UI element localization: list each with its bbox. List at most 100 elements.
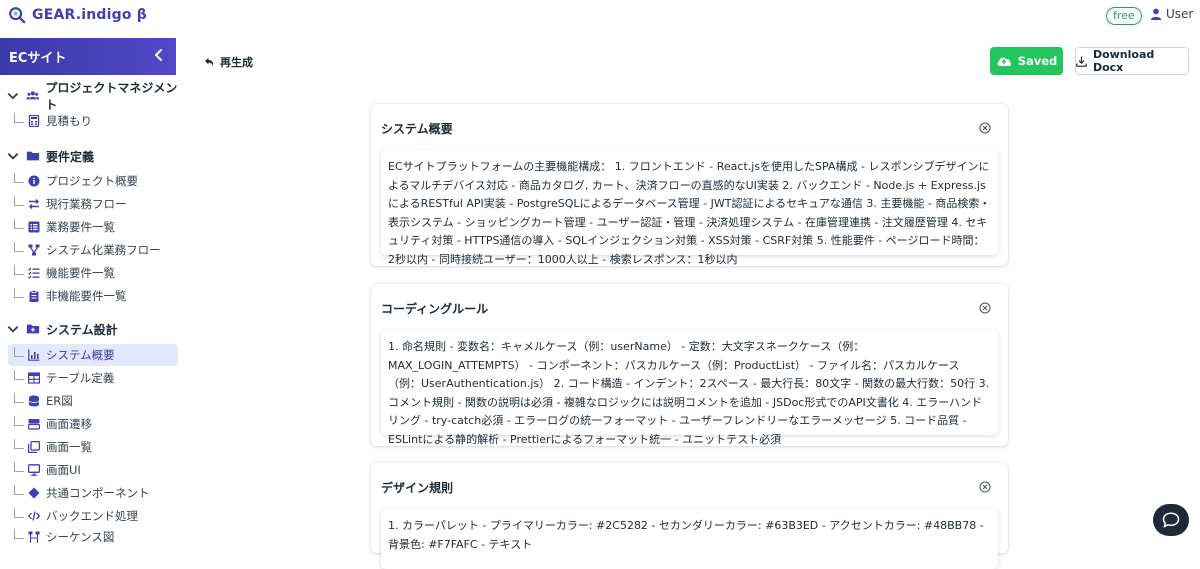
close-circle-icon[interactable] xyxy=(979,122,991,134)
sidebar-item-common-components[interactable]: 共通コンポーネント xyxy=(8,482,178,504)
sidebar-item-screen-transition[interactable]: 画面遷移 xyxy=(8,413,178,435)
sidebar-item-label: 共通コンポーネント xyxy=(46,486,150,500)
sidebar-item-label: システム概要 xyxy=(46,348,115,362)
sidebar: ECサイト プロジェクトマネジメント 見積もり 要件定義 プロジェクト概要 現行… xyxy=(0,38,186,544)
card-system-overview: システム概要 ECサイトプラットフォームの主要機能構成： 1. フロントエンド … xyxy=(371,104,1008,266)
saved-label: Saved xyxy=(1017,54,1058,68)
calculator-icon xyxy=(28,115,40,127)
flow-icon xyxy=(28,244,40,256)
folder-icon xyxy=(26,151,40,161)
section-label: プロジェクトマネジメント xyxy=(45,81,178,112)
download-docx-button[interactable]: Download Docx xyxy=(1075,47,1189,75)
code-icon xyxy=(28,511,40,521)
tree-connector xyxy=(14,485,24,495)
sidebar-item-label: 非機能要件一覧 xyxy=(46,289,127,303)
cloud-upload-icon xyxy=(997,57,1011,66)
download-label: Download Docx xyxy=(1092,48,1155,74)
tree-connector xyxy=(14,529,24,539)
chevron-down-icon xyxy=(7,153,19,160)
info-icon xyxy=(28,175,40,187)
regenerate-button[interactable]: 再生成 xyxy=(204,54,253,70)
sidebar-item-screen-list[interactable]: 画面一覧 xyxy=(8,436,178,458)
sidebar-item-screen-ui[interactable]: 画面UI xyxy=(8,459,178,481)
project-selector[interactable]: ECサイト xyxy=(0,38,176,75)
sidebar-item-label: 画面遷移 xyxy=(46,417,92,431)
user-icon xyxy=(1150,8,1162,20)
monitor-icon xyxy=(28,464,40,476)
card-coding-rules: コーディングルール 1. 命名規則 - 変数名：キャメルケース（例：userNa… xyxy=(371,284,1008,446)
sidebar-item-current-flow[interactable]: 現行業務フロー xyxy=(8,193,178,215)
tree-connector xyxy=(14,242,24,252)
tree-connector xyxy=(14,219,24,229)
tree-connector xyxy=(14,439,24,449)
tree-connector xyxy=(14,393,24,403)
card-body-text[interactable]: 1. 命名規則 - 変数名：キャメルケース（例：userName） - 定数：大… xyxy=(381,330,998,446)
sidebar-item-table-def[interactable]: テーブル定義 xyxy=(8,367,178,389)
sidebar-item-label: 機能要件一覧 xyxy=(46,266,115,280)
screens-icon xyxy=(28,419,40,430)
logo-magnifier-icon xyxy=(9,7,26,24)
sidebar-item-label: 画面UI xyxy=(46,463,81,477)
section-system-design[interactable]: システム設計 xyxy=(0,319,118,339)
tree-connector xyxy=(14,288,24,298)
card-title: システム概要 xyxy=(381,122,453,136)
plan-badge: free xyxy=(1106,7,1142,25)
tree-connector xyxy=(14,265,24,275)
top-bar: GEAR.indigo β free User xyxy=(0,0,1200,34)
sidebar-item-label: 業務要件一覧 xyxy=(46,220,115,234)
tree-connector xyxy=(14,173,24,183)
sidebar-item-system-overview[interactable]: システム概要 xyxy=(8,344,178,366)
sidebar-item-er-diagram[interactable]: ER図 xyxy=(8,390,178,412)
sidebar-item-backend-process[interactable]: バックエンド処理 xyxy=(8,505,178,527)
chevron-down-icon xyxy=(7,326,19,333)
sidebar-item-label: プロジェクト概要 xyxy=(46,174,138,188)
sidebar-item-estimate[interactable]: 見積もり xyxy=(8,110,178,132)
sidebar-item-label: シーケンス図 xyxy=(46,530,115,544)
sidebar-item-project-overview[interactable]: プロジェクト概要 xyxy=(8,170,178,192)
app-logo[interactable]: GEAR.indigo β xyxy=(8,6,147,24)
bar-chart-icon xyxy=(28,349,40,361)
tree-connector xyxy=(14,416,24,426)
tree-connector xyxy=(14,347,24,357)
app-brand: GEAR.indigo β xyxy=(32,7,147,23)
card-title: デザイン規則 xyxy=(381,481,454,495)
tree-connector xyxy=(14,462,24,472)
swap-icon xyxy=(29,199,39,209)
sidebar-item-business-req[interactable]: 業務要件一覧 xyxy=(8,216,178,238)
chevron-down-icon xyxy=(7,93,19,100)
card-body-text[interactable]: ECサイトプラットフォームの主要機能構成： 1. フロントエンド - React… xyxy=(381,150,998,266)
folder-plus-icon xyxy=(26,324,40,334)
sidebar-item-label: 画面一覧 xyxy=(46,440,92,454)
regenerate-label: 再生成 xyxy=(220,56,253,69)
project-name: ECサイト xyxy=(9,51,67,66)
user-menu[interactable]: User xyxy=(1150,7,1193,21)
tree-connector xyxy=(14,508,24,518)
chat-button[interactable] xyxy=(1153,504,1189,536)
sidebar-item-label: システム化業務フロー xyxy=(46,243,161,257)
arrow-back-icon xyxy=(205,58,214,66)
card-body-text[interactable]: 1. カラーパレット - プライマリーカラー: #2C5282 - セカンダリー… xyxy=(381,509,998,569)
tree-connector xyxy=(14,196,24,206)
close-circle-icon[interactable] xyxy=(979,302,991,314)
sidebar-item-sequence-diagram[interactable]: シーケンス図 xyxy=(8,526,178,548)
chevron-left-icon[interactable] xyxy=(152,48,166,62)
sequence-icon xyxy=(28,531,40,543)
section-project-management[interactable]: プロジェクトマネジメント xyxy=(0,81,186,112)
tree-connector xyxy=(14,113,24,123)
sidebar-item-functional-req[interactable]: 機能要件一覧 xyxy=(8,262,178,284)
sidebar-item-label: 見積もり xyxy=(46,114,92,128)
section-requirements[interactable]: 要件定義 xyxy=(0,146,94,166)
saved-button[interactable]: Saved xyxy=(990,47,1063,75)
database-icon xyxy=(28,395,40,407)
sidebar-item-system-flow[interactable]: システム化業務フロー xyxy=(8,239,178,261)
sidebar-item-label: バックエンド処理 xyxy=(46,509,138,523)
diamond-icon xyxy=(28,487,40,499)
section-label: 要件定義 xyxy=(46,149,95,164)
sidebar-item-label: 現行業務フロー xyxy=(46,197,127,211)
chat-bubble-icon xyxy=(1162,512,1180,528)
sidebar-item-nonfunctional-req[interactable]: 非機能要件一覧 xyxy=(8,285,178,307)
close-circle-icon[interactable] xyxy=(979,481,991,493)
tree-connector xyxy=(14,370,24,380)
checklist-icon xyxy=(28,267,40,279)
table-icon xyxy=(28,372,40,384)
